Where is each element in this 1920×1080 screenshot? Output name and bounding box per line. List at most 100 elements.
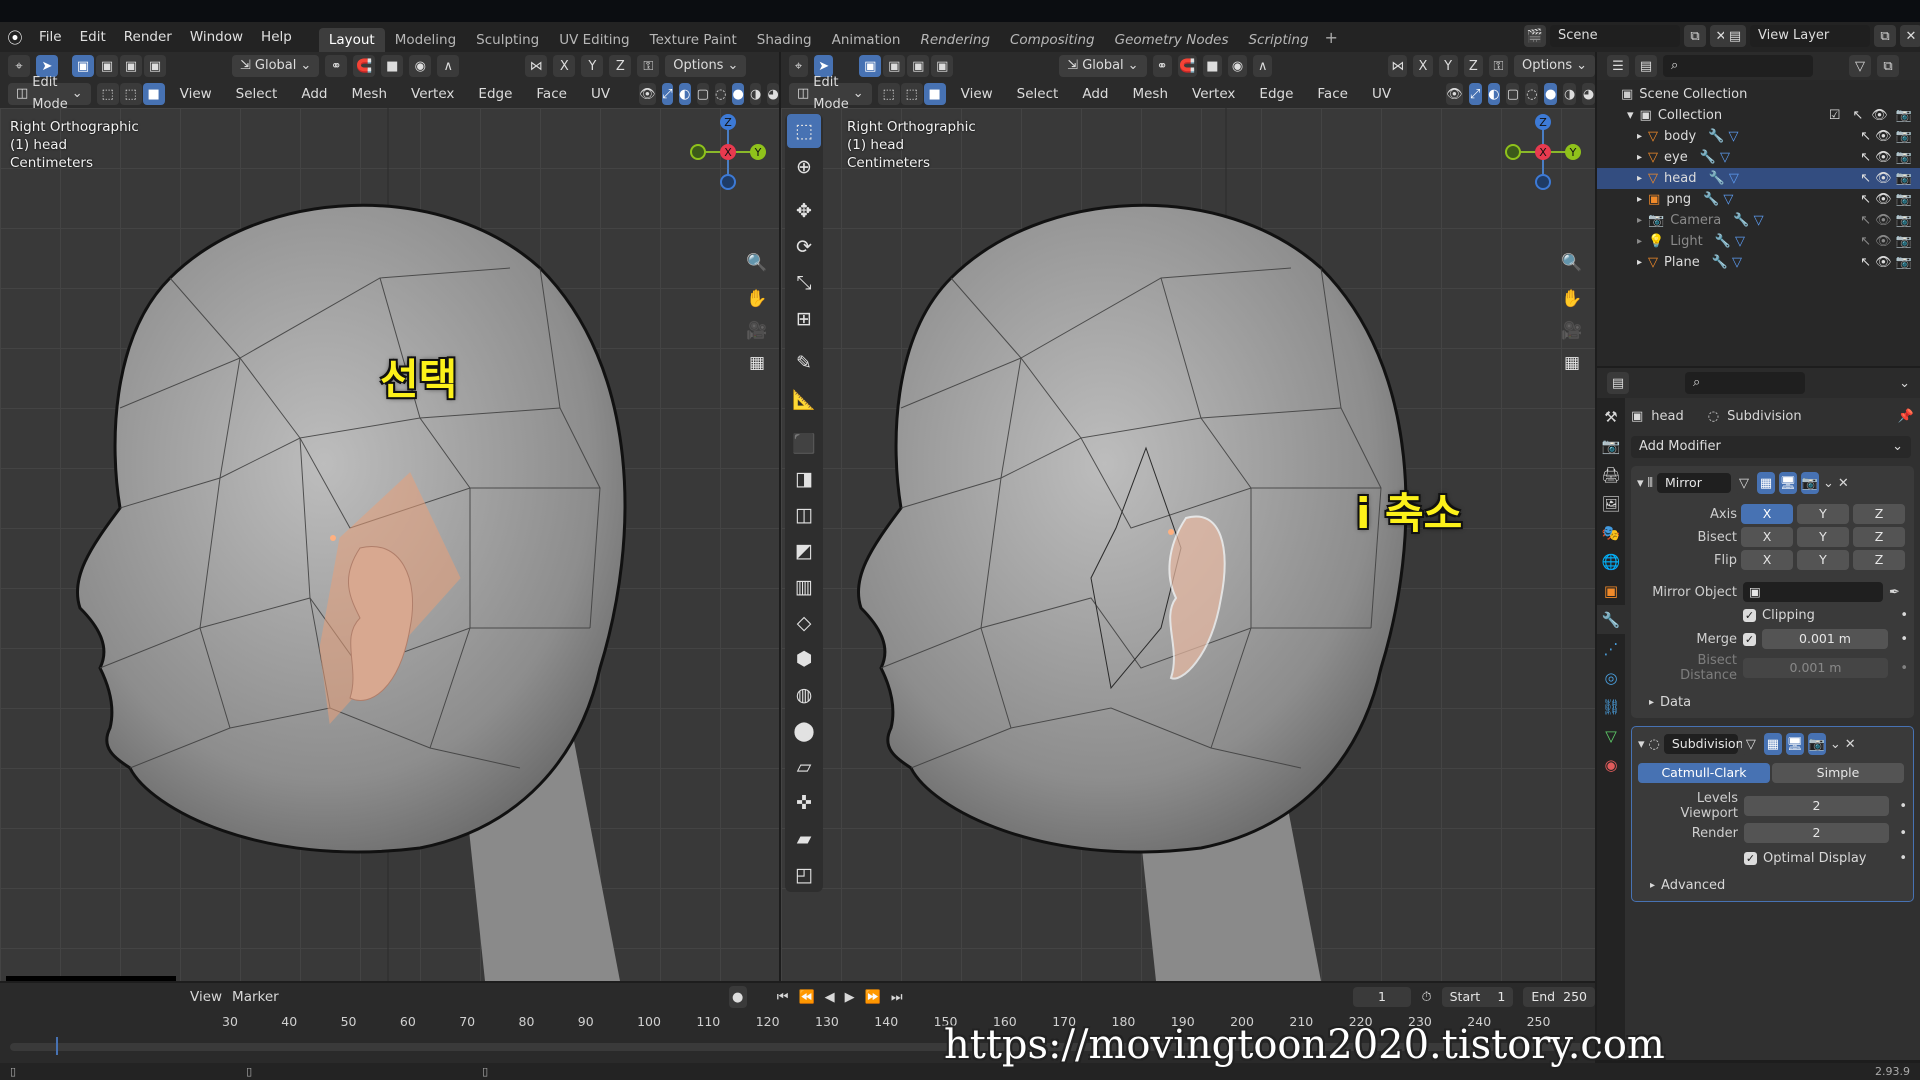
outliner-item-camera[interactable]: ▸ 📷 Camera 🔧 ▽ ↖ 👁 📷 bbox=[1597, 210, 1920, 231]
zoom-icon[interactable]: 🔍 bbox=[1559, 250, 1585, 276]
expand-arrow-icon[interactable]: ▸ bbox=[1637, 236, 1642, 247]
viewport-left-canvas[interactable]: Right Orthographic (1) head Centimeters … bbox=[0, 108, 779, 981]
bisect-y-toggle[interactable]: Y bbox=[1797, 527, 1849, 547]
mirror-axis-icon[interactable]: ⋈ bbox=[525, 55, 548, 77]
new-collection-icon[interactable]: ⧉ bbox=[1877, 55, 1899, 77]
edge-select-icon[interactable]: ⬚ bbox=[900, 83, 923, 105]
face-select-icon[interactable]: ■ bbox=[142, 83, 165, 105]
xray-icon[interactable]: ▢ bbox=[696, 83, 709, 105]
expand-arrow-icon[interactable]: ▾ bbox=[1627, 108, 1634, 123]
chevron-down-icon[interactable]: ⌄ bbox=[1830, 737, 1841, 752]
levels-viewport-field[interactable]: 2 bbox=[1744, 796, 1889, 816]
measure-tool-icon[interactable]: 📐 bbox=[787, 382, 821, 416]
overlay-toggle-icon[interactable]: ◐ bbox=[1487, 83, 1501, 105]
blender-logo-icon[interactable]: ⦿ bbox=[0, 27, 30, 48]
shear-tool-icon[interactable]: ▰ bbox=[787, 822, 821, 856]
outliner-item-png[interactable]: ▸ ▣ png 🔧 ▽ ↖ 👁 📷 bbox=[1597, 189, 1920, 210]
loop-cut-tool-icon[interactable]: ▥ bbox=[787, 570, 821, 604]
axis-x-toggle[interactable]: X bbox=[1413, 55, 1433, 77]
cursor-tool-icon[interactable]: ⊕ bbox=[787, 150, 821, 184]
add-modifier-dropdown[interactable]: Add Modifier ⌄ bbox=[1631, 436, 1911, 458]
vertex-select-icon[interactable]: ⬚ bbox=[96, 83, 119, 105]
editor-type-icon[interactable]: ⌖ bbox=[789, 55, 809, 77]
view-layer-tab-icon[interactable]: 🖼 bbox=[1597, 489, 1625, 518]
cage-toggle-icon[interactable]: ▦ bbox=[1763, 733, 1782, 755]
outliner-search-input[interactable]: ⌕ bbox=[1663, 55, 1813, 77]
bevel-tool-icon[interactable]: ◩ bbox=[787, 534, 821, 568]
cage-toggle-icon[interactable]: ▦ bbox=[1757, 472, 1775, 494]
options-chevron-icon[interactable]: ⌄ bbox=[1899, 376, 1910, 391]
visibility-toggles[interactable]: ↖ 👁 📷 bbox=[1860, 234, 1912, 249]
eyedropper-icon[interactable]: ✒ bbox=[1889, 585, 1900, 600]
viewport-toggle-icon[interactable]: 🖥 bbox=[1785, 733, 1804, 755]
menu-edge[interactable]: Edge bbox=[469, 86, 521, 102]
playhead[interactable] bbox=[56, 1037, 58, 1055]
simple-button[interactable]: Simple bbox=[1772, 763, 1904, 783]
mode-dropdown[interactable]: ◫ Edit Mode ⌄ bbox=[8, 75, 91, 112]
visibility-toggles[interactable]: ↖ 👁 📷 bbox=[1860, 171, 1912, 186]
bisect-distance-field[interactable]: 0.001 m bbox=[1743, 658, 1888, 678]
menu-view[interactable]: View bbox=[952, 86, 1002, 102]
select-invert-icon[interactable]: ▣ bbox=[144, 55, 166, 77]
axis-z-toggle[interactable]: Z bbox=[1463, 55, 1483, 77]
current-frame-field[interactable]: 1 bbox=[1352, 987, 1412, 1007]
optimal-display-checkbox[interactable]: ✓ bbox=[1744, 852, 1757, 865]
properties-search-input[interactable]: ⌕ bbox=[1685, 372, 1805, 394]
select-arrow-icon[interactable]: ↖ bbox=[1852, 108, 1863, 123]
axis-y-toggle[interactable]: Y bbox=[1438, 55, 1458, 77]
subdivision-name-field[interactable]: Subdivision bbox=[1663, 734, 1744, 754]
shrink-fatten-tool-icon[interactable]: ✜ bbox=[787, 786, 821, 820]
select-subtract-icon[interactable]: ▣ bbox=[120, 55, 142, 77]
play-reverse-icon[interactable]: ◀ bbox=[825, 990, 835, 1005]
add-cube-tool-icon[interactable]: ⬛ bbox=[787, 426, 821, 460]
visibility-toggles[interactable]: ↖ 👁 📷 bbox=[1860, 255, 1912, 270]
gizmo-toggle-icon[interactable]: ⤢ bbox=[661, 83, 674, 105]
menu-vertex[interactable]: Vertex bbox=[1183, 86, 1244, 102]
rip-tool-icon[interactable]: ◰ bbox=[787, 858, 821, 892]
menu-window[interactable]: Window bbox=[181, 29, 252, 45]
select-new-icon[interactable]: ▣ bbox=[72, 55, 94, 77]
snap-target-icon[interactable]: ■ bbox=[381, 55, 404, 77]
axis-y-toggle[interactable]: Y bbox=[581, 55, 604, 77]
shading-material-icon[interactable]: ◑ bbox=[749, 83, 762, 105]
clipping-checkbox[interactable]: ✓ bbox=[1743, 609, 1756, 622]
mirror-axis-icon[interactable]: ⋈ bbox=[1388, 55, 1408, 77]
timeline-menu-marker[interactable]: Marker bbox=[232, 989, 279, 1005]
flip-y-toggle[interactable]: Y bbox=[1797, 550, 1849, 570]
outliner-collection[interactable]: ▾ ▣ Collection ☑ ↖ 👁 📷 bbox=[1597, 105, 1920, 126]
clock-icon[interactable]: ⏱ bbox=[1421, 990, 1431, 1005]
expand-arrow-icon[interactable]: ▸ bbox=[1637, 131, 1642, 142]
view-layer-field[interactable]: View Layer bbox=[1750, 25, 1870, 47]
object-tab-icon[interactable]: ▣ bbox=[1597, 576, 1625, 605]
expand-arrow-icon[interactable]: ▸ bbox=[1637, 257, 1642, 268]
menu-file[interactable]: File bbox=[30, 29, 71, 45]
axis-x-toggle[interactable]: X bbox=[553, 55, 576, 77]
navigation-gizmo-right[interactable]: Z Y X bbox=[1501, 112, 1581, 196]
snap-icon[interactable]: 🧲 bbox=[1177, 55, 1197, 77]
start-frame-field[interactable]: Start 1 bbox=[1441, 987, 1514, 1007]
shading-render-icon[interactable]: ◕ bbox=[1582, 83, 1596, 105]
camera-view-icon[interactable]: 🎥 bbox=[1559, 318, 1585, 344]
workspace-tab-layout[interactable]: Layout bbox=[318, 28, 385, 52]
extrude-tool-icon[interactable]: ◨ bbox=[787, 462, 821, 496]
shading-wire-icon[interactable]: ◌ bbox=[714, 83, 727, 105]
flip-z-toggle[interactable]: Z bbox=[1853, 550, 1905, 570]
outliner-item-plane[interactable]: ▸ ▽ Plane 🔧 ▽ ↖ 👁 📷 bbox=[1597, 252, 1920, 273]
workspace-tab-geometry-nodes[interactable]: Geometry Nodes bbox=[1105, 28, 1239, 52]
flip-x-toggle[interactable]: X bbox=[1741, 550, 1793, 570]
bisect-z-toggle[interactable]: Z bbox=[1853, 527, 1905, 547]
select-subtract-icon[interactable]: ▣ bbox=[907, 55, 930, 77]
pan-hand-icon[interactable]: ✋ bbox=[1559, 286, 1585, 312]
menu-render[interactable]: Render bbox=[115, 29, 181, 45]
select-extend-icon[interactable]: ▣ bbox=[96, 55, 118, 77]
visibility-toggles[interactable]: ↖ 👁 📷 bbox=[1860, 150, 1912, 165]
menu-vertex[interactable]: Vertex bbox=[402, 86, 463, 102]
world-tab-icon[interactable]: 🌐 bbox=[1597, 547, 1625, 576]
poly-build-tool-icon[interactable]: ⬢ bbox=[787, 642, 821, 676]
falloff-icon[interactable]: ∧ bbox=[437, 55, 460, 77]
workspace-tab-shading[interactable]: Shading bbox=[747, 28, 822, 52]
bisect-x-toggle[interactable]: X bbox=[1741, 527, 1793, 547]
render-levels-field[interactable]: 2 bbox=[1744, 823, 1889, 843]
chevron-down-icon[interactable]: ⌄ bbox=[1823, 476, 1834, 491]
edge-select-icon[interactable]: ⬚ bbox=[119, 83, 142, 105]
